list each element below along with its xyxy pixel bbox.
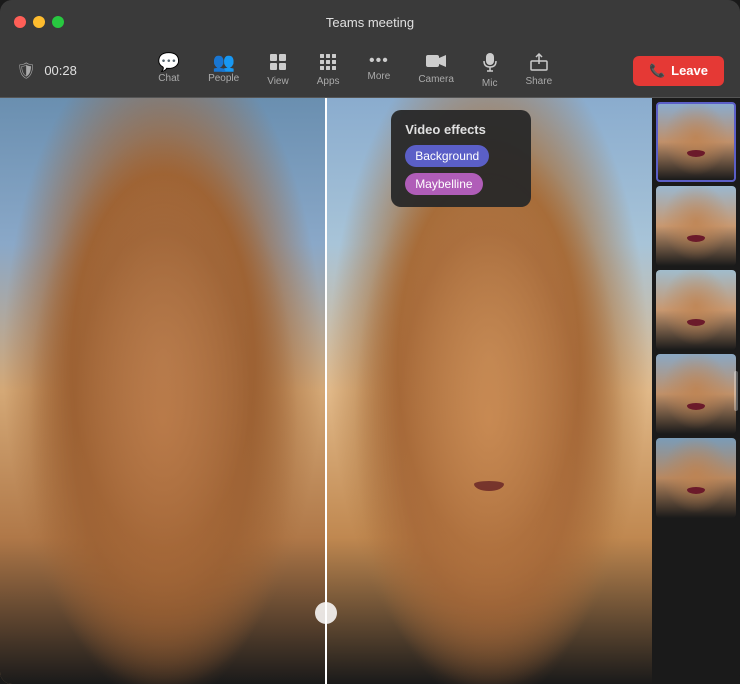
apps-icon — [319, 53, 337, 74]
thumbnail-2[interactable] — [656, 186, 736, 266]
mic-icon — [483, 53, 497, 76]
toolbar-left: 🛡 00:28 — [16, 61, 77, 81]
tab-maybelline[interactable]: Maybelline — [405, 173, 482, 195]
traffic-lights — [14, 16, 64, 28]
effects-panel: Video effects Background Maybelline — [391, 110, 531, 207]
toolbar-view[interactable]: View — [253, 47, 303, 95]
video-split: Video effects Background Maybelline — [0, 98, 652, 684]
maximize-button[interactable] — [52, 16, 64, 28]
tab-background[interactable]: Background — [405, 145, 489, 167]
skin-overlay-left — [0, 98, 326, 684]
share-icon — [530, 53, 548, 74]
thumbnail-1[interactable] — [656, 102, 736, 182]
thumb-5-overlay — [656, 438, 736, 518]
camera-icon — [426, 53, 446, 72]
app-window: Teams meeting 🛡 00:28 💬 Chat 👥 People — [0, 0, 740, 684]
thumb-1-overlay — [658, 104, 734, 180]
video-left-panel — [0, 98, 326, 684]
minimize-button[interactable] — [33, 16, 45, 28]
more-label: More — [368, 71, 391, 82]
effects-title: Video effects — [405, 122, 517, 137]
sidebar-thumbnails — [652, 98, 740, 684]
mic-label: Mic — [482, 78, 498, 89]
toolbar-mic[interactable]: Mic — [468, 47, 512, 95]
thumb-4-overlay — [656, 354, 736, 434]
apps-label: Apps — [317, 76, 340, 87]
split-handle[interactable] — [315, 602, 337, 624]
view-label: View — [267, 76, 289, 87]
toolbar-camera[interactable]: Camera — [404, 47, 468, 95]
titlebar: Teams meeting — [0, 0, 740, 44]
scrollbar-indicator — [734, 371, 738, 411]
chat-label: Chat — [158, 73, 179, 84]
toolbar-apps[interactable]: Apps — [303, 47, 354, 95]
call-timer: 00:28 — [44, 63, 77, 78]
thumbnail-4[interactable] — [656, 354, 736, 434]
leave-button[interactable]: 📞 Leave — [633, 56, 724, 86]
thumb-3-overlay — [656, 270, 736, 350]
split-line — [325, 98, 327, 684]
toolbar-chat[interactable]: 💬 Chat — [144, 47, 194, 95]
thumb-2-overlay — [656, 186, 736, 266]
main-content: Video effects Background Maybelline — [0, 98, 740, 684]
thumbnail-5[interactable] — [656, 438, 736, 518]
camera-label: Camera — [418, 74, 454, 85]
leave-label: Leave — [671, 63, 708, 78]
close-button[interactable] — [14, 16, 26, 28]
window-title: Teams meeting — [326, 15, 414, 30]
toolbar-right: 📞 Leave — [633, 56, 724, 86]
toolbar-share[interactable]: Share — [511, 47, 566, 95]
toolbar-people[interactable]: 👥 People — [194, 47, 253, 95]
toolbar-more[interactable]: ••• More — [354, 47, 405, 95]
people-label: People — [208, 73, 239, 84]
effects-tabs: Background Maybelline — [405, 145, 517, 195]
people-icon: 👥 — [212, 53, 234, 71]
view-icon — [269, 53, 287, 74]
more-icon: ••• — [369, 53, 389, 69]
toolbar-center: 💬 Chat 👥 People View — [77, 47, 633, 95]
toolbar: 🛡 00:28 💬 Chat 👥 People — [0, 44, 740, 98]
video-area: Video effects Background Maybelline — [0, 98, 652, 684]
shield-icon: 🛡 — [16, 61, 36, 81]
leave-phone-icon: 📞 — [649, 63, 665, 79]
chat-icon: 💬 — [158, 53, 180, 71]
share-label: Share — [525, 76, 552, 87]
thumbnail-3[interactable] — [656, 270, 736, 350]
